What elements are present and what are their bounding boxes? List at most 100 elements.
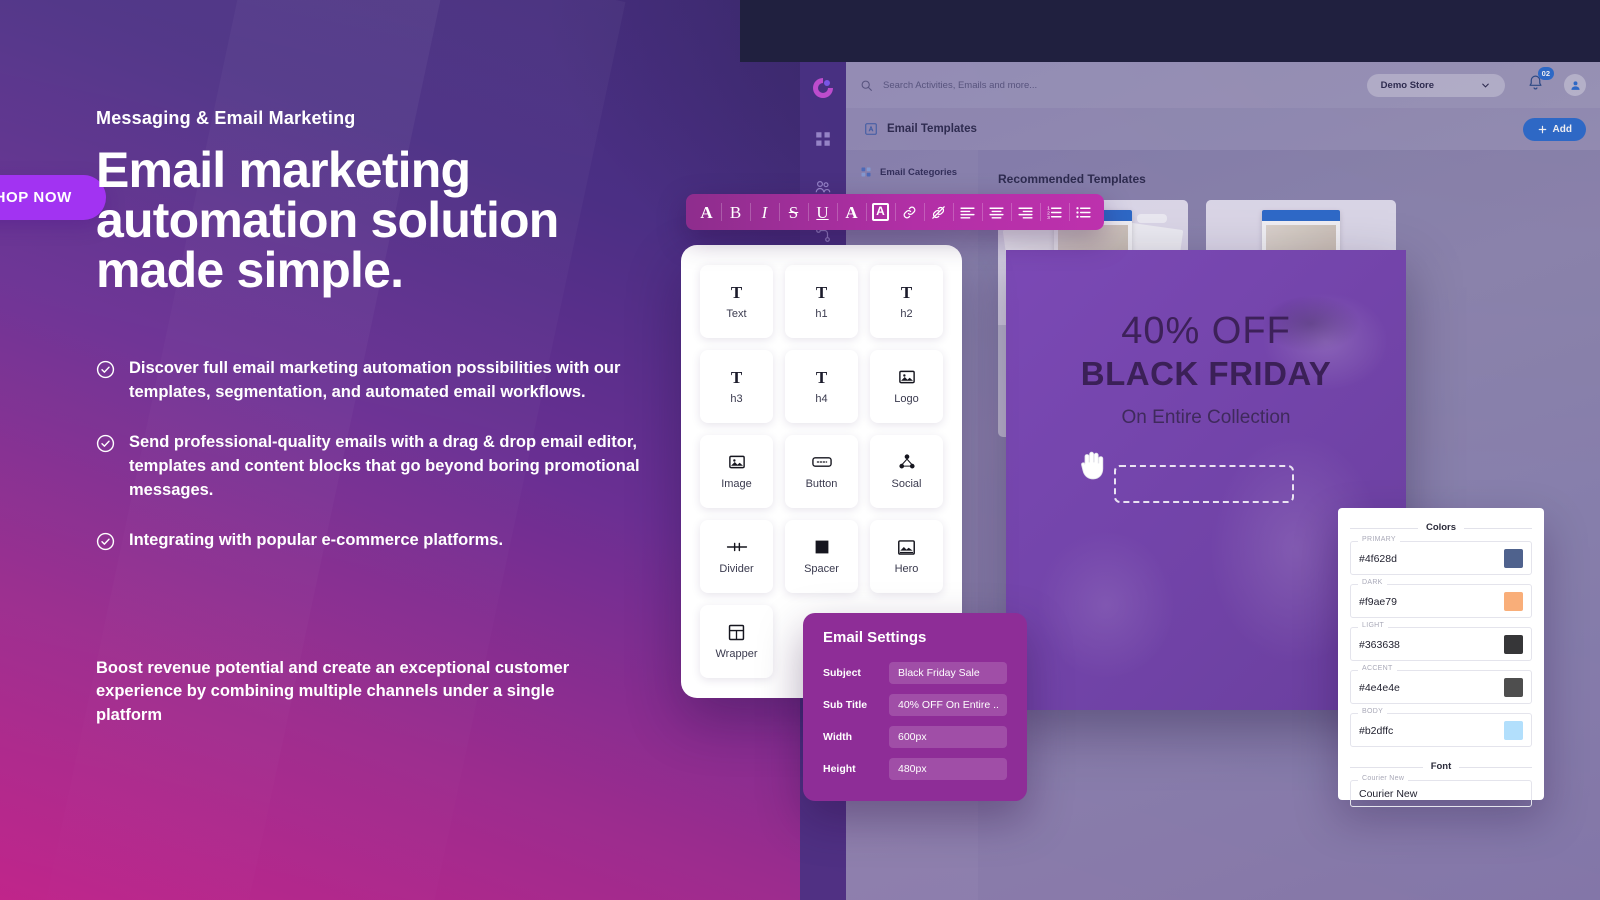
color-value: #f9ae79 bbox=[1359, 595, 1397, 608]
add-template-button[interactable]: Add bbox=[1522, 118, 1586, 141]
strikethrough-icon[interactable]: S bbox=[779, 198, 808, 226]
color-field-light[interactable]: LIGHT #363638 bbox=[1350, 622, 1532, 661]
remove-link-icon[interactable] bbox=[924, 198, 953, 226]
color-swatch-primary[interactable] bbox=[1504, 549, 1523, 568]
block-image[interactable]: Image bbox=[700, 435, 773, 508]
subtitle-field[interactable]: 40% OFF On Entire .. bbox=[889, 694, 1007, 716]
color-swatch-light[interactable] bbox=[1504, 635, 1523, 654]
unordered-list-icon[interactable] bbox=[1069, 198, 1098, 226]
setting-row-height: Height 480px bbox=[823, 758, 1007, 780]
color-field-body[interactable]: BODY #b2dffc bbox=[1350, 708, 1532, 747]
text-format-toolbar[interactable]: A B I S U A A 123 bbox=[686, 194, 1104, 230]
hero-copy: Messaging & Email Marketing Email market… bbox=[96, 108, 696, 728]
setting-row-subject: Subject Black Friday Sale bbox=[823, 662, 1007, 684]
block-social[interactable]: Social bbox=[870, 435, 943, 508]
block-label: h4 bbox=[815, 393, 828, 405]
feature-text: Discover full email marketing automation… bbox=[129, 359, 621, 401]
color-field-primary[interactable]: PRIMARY #4f628d bbox=[1350, 536, 1532, 575]
block-h3[interactable]: T h3 bbox=[700, 350, 773, 423]
notification-badge: 02 bbox=[1537, 67, 1554, 80]
color-legend: ACCENT bbox=[1358, 665, 1397, 672]
block-label: Spacer bbox=[804, 563, 839, 575]
highlight-color-icon[interactable]: A bbox=[866, 198, 895, 226]
check-circle-icon bbox=[96, 434, 115, 453]
underline-icon[interactable]: U bbox=[808, 198, 837, 226]
check-circle-icon bbox=[96, 360, 115, 379]
align-right-icon[interactable] bbox=[1011, 198, 1040, 226]
font-value: Courier New bbox=[1359, 788, 1418, 800]
heading4-block-icon: T bbox=[815, 367, 828, 387]
notifications-button[interactable]: 02 bbox=[1527, 67, 1554, 96]
bold-icon[interactable]: B bbox=[721, 198, 750, 226]
block-label: h3 bbox=[730, 393, 743, 405]
add-template-label: Add bbox=[1552, 124, 1572, 135]
heading2-block-icon: T bbox=[900, 282, 913, 302]
color-swatch-dark[interactable] bbox=[1504, 592, 1523, 611]
text-color-glyph: A bbox=[845, 202, 858, 222]
subject-field[interactable]: Black Friday Sale bbox=[889, 662, 1007, 684]
font-field[interactable]: Courier New Courier New bbox=[1350, 775, 1532, 807]
setting-label: Width bbox=[823, 731, 853, 743]
feature-text: Send professional-quality emails with a … bbox=[129, 432, 640, 499]
plus-icon bbox=[1538, 125, 1546, 134]
block-drop-zone[interactable] bbox=[1114, 465, 1294, 503]
store-selector[interactable]: Demo Store bbox=[1366, 73, 1505, 97]
font-title-text: Font bbox=[1422, 761, 1460, 772]
heading3-block-icon: T bbox=[730, 367, 743, 387]
block-label: h2 bbox=[900, 308, 913, 320]
color-field-dark[interactable]: DARK #f9ae79 bbox=[1350, 579, 1532, 618]
italic-icon[interactable]: I bbox=[750, 198, 779, 226]
insert-link-icon[interactable] bbox=[895, 198, 924, 226]
search-input[interactable]: Search Activities, Emails and more... bbox=[860, 79, 1367, 92]
block-wrapper[interactable]: Wrapper bbox=[700, 605, 773, 678]
store-selector-label: Demo Store bbox=[1380, 79, 1434, 91]
font-size-icon[interactable]: A bbox=[692, 198, 721, 226]
hero-block-icon bbox=[897, 538, 916, 556]
width-field[interactable]: 600px bbox=[889, 726, 1007, 748]
background-dark-topbar bbox=[740, 0, 1600, 62]
block-divider[interactable]: Divider bbox=[700, 520, 773, 593]
list-item: Integrating with popular e-commerce plat… bbox=[96, 529, 696, 553]
block-text[interactable]: T Text bbox=[700, 265, 773, 338]
block-label: Divider bbox=[719, 563, 754, 575]
block-logo[interactable]: Logo bbox=[870, 350, 943, 423]
block-label: Image bbox=[721, 478, 752, 490]
svg-text:3: 3 bbox=[1047, 214, 1050, 220]
sidebar-item-email-categories[interactable]: Email Categories bbox=[860, 166, 964, 178]
avatar[interactable] bbox=[1564, 74, 1586, 96]
setting-row-width: Width 600px bbox=[823, 726, 1007, 748]
italic-glyph: I bbox=[761, 202, 768, 222]
text-color-icon[interactable]: A bbox=[837, 198, 866, 226]
app-logo-icon bbox=[813, 78, 833, 98]
setting-label: Sub Title bbox=[823, 699, 868, 711]
block-button[interactable]: Button bbox=[785, 435, 858, 508]
grab-hand-cursor-icon bbox=[1081, 451, 1104, 480]
color-field-accent[interactable]: ACCENT #4e4e4e bbox=[1350, 665, 1532, 704]
dashboard-grid-icon[interactable] bbox=[814, 130, 832, 148]
height-field[interactable]: 480px bbox=[889, 758, 1007, 780]
shop-now-button[interactable]: SHOP NOW bbox=[0, 175, 106, 220]
check-circle-icon bbox=[96, 532, 115, 551]
text-block-icon: T bbox=[730, 282, 743, 302]
underline-glyph: U bbox=[816, 202, 829, 222]
wrapper-block-icon bbox=[728, 623, 745, 641]
color-legend: LIGHT bbox=[1358, 622, 1389, 629]
align-center-icon[interactable] bbox=[982, 198, 1011, 226]
categories-grid-icon bbox=[861, 167, 871, 177]
block-label: Text bbox=[726, 308, 747, 320]
color-swatch-body[interactable] bbox=[1504, 721, 1523, 740]
setting-label: Subject bbox=[823, 667, 861, 679]
block-h2[interactable]: T h2 bbox=[870, 265, 943, 338]
block-hero[interactable]: Hero bbox=[870, 520, 943, 593]
align-left-icon[interactable] bbox=[953, 198, 982, 226]
email-settings-title: Email Settings bbox=[823, 629, 927, 646]
ordered-list-icon[interactable]: 123 bbox=[1040, 198, 1069, 226]
block-spacer[interactable]: Spacer bbox=[785, 520, 858, 593]
color-swatch-accent[interactable] bbox=[1504, 678, 1523, 697]
heading1-block-icon: T bbox=[815, 282, 828, 302]
block-h4[interactable]: T h4 bbox=[785, 350, 858, 423]
color-legend: DARK bbox=[1358, 579, 1387, 586]
block-h1[interactable]: T h1 bbox=[785, 265, 858, 338]
user-icon bbox=[1570, 80, 1580, 90]
image-block-icon bbox=[728, 453, 746, 471]
